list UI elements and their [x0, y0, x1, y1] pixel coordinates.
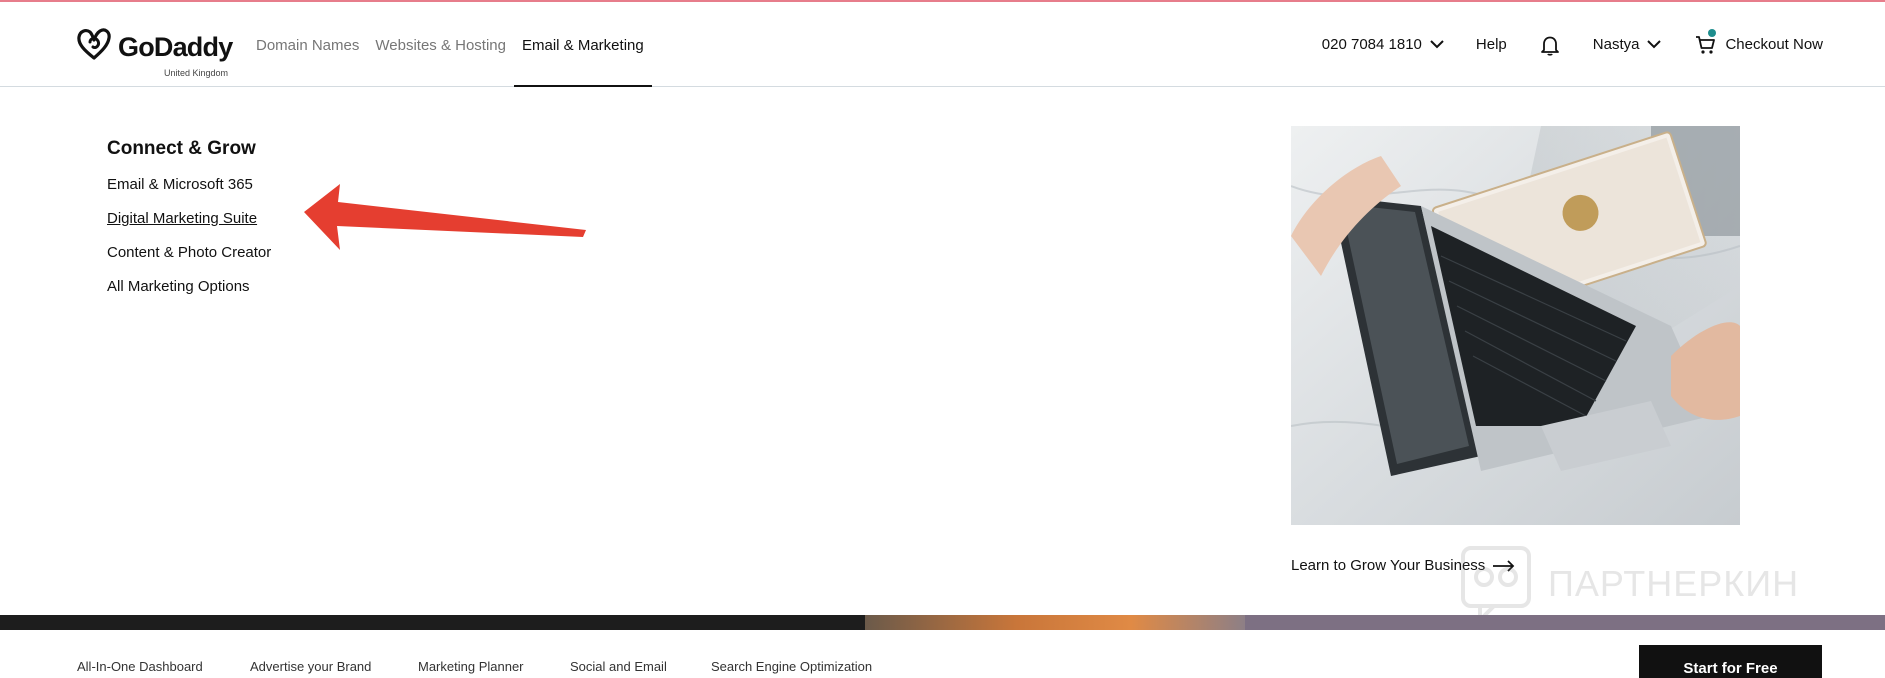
menu-item-email-microsoft-365[interactable]: Email & Microsoft 365: [107, 175, 271, 209]
top-navigation-bar: GoDaddy United Kingdom Domain Names Webs…: [0, 2, 1885, 87]
promo-image-laptop: [1291, 126, 1740, 525]
subnav-advertise-your-brand[interactable]: Advertise your Brand: [250, 659, 371, 674]
chevron-down-icon: [1430, 40, 1444, 49]
logo-wordmark: GoDaddy: [118, 32, 233, 62]
product-subnav: All-In-One Dashboard Advertise your Bran…: [0, 630, 1885, 678]
watermark: ПАРТНЕРКИН: [1460, 545, 1799, 623]
start-for-free-button[interactable]: Start for Free: [1639, 645, 1822, 678]
user-name: Nastya: [1592, 36, 1640, 53]
cart-notification-dot: [1708, 28, 1717, 37]
checkout-link[interactable]: Checkout Now: [1695, 28, 1823, 55]
hero-strip-accent: [1245, 615, 1885, 630]
menu-item-all-marketing-options[interactable]: All Marketing Options: [107, 277, 271, 311]
nav-domain-names[interactable]: Domain Names: [248, 2, 367, 87]
watermark-logo-icon: [1461, 546, 1531, 623]
menu-item-content-photo-creator[interactable]: Content & Photo Creator: [107, 243, 271, 277]
primary-nav: Domain Names Websites & Hosting Email & …: [248, 2, 652, 87]
bell-icon[interactable]: [1539, 34, 1561, 56]
subnav-all-in-one-dashboard[interactable]: All-In-One Dashboard: [77, 659, 203, 674]
godaddy-logo-icon: [77, 28, 111, 60]
hero-strip-photo: [865, 615, 1245, 630]
nav-email-marketing[interactable]: Email & Marketing: [514, 2, 652, 87]
annotation-arrow-icon: [304, 184, 586, 250]
dropdown-link-list: Email & Microsoft 365 Digital Marketing …: [107, 175, 271, 311]
checkout-label: Checkout Now: [1725, 36, 1823, 53]
help-link[interactable]: Help: [1476, 36, 1507, 53]
cart-icon: [1696, 35, 1716, 54]
phone-number: 020 7084 1810: [1321, 36, 1422, 53]
chevron-down-icon: [1647, 40, 1662, 49]
email-marketing-dropdown: Connect & Grow Email & Microsoft 365 Dig…: [0, 87, 1885, 615]
menu-item-digital-marketing-suite[interactable]: Digital Marketing Suite: [107, 209, 271, 243]
subnav-social-and-email[interactable]: Social and Email: [570, 659, 667, 674]
godaddy-logo[interactable]: GoDaddy United Kingdom: [76, 28, 236, 80]
utility-bar: 020 7084 1810 Help Nastya Checkout Now: [1290, 2, 1823, 87]
logo-region: United Kingdom: [164, 68, 229, 78]
phone-menu[interactable]: 020 7084 1810: [1322, 36, 1444, 53]
help-label: Help: [1475, 36, 1507, 53]
learn-to-grow-label: Learn to Grow Your Business: [1291, 557, 1486, 574]
subnav-search-engine-optimization[interactable]: Search Engine Optimization: [711, 659, 872, 674]
watermark-text: ПАРТНЕРКИН: [1548, 563, 1800, 604]
subnav-marketing-planner[interactable]: Marketing Planner: [418, 659, 524, 674]
nav-websites-hosting[interactable]: Websites & Hosting: [367, 2, 514, 87]
account-menu[interactable]: Nastya: [1593, 36, 1662, 53]
dropdown-heading: Connect & Grow: [107, 138, 256, 159]
